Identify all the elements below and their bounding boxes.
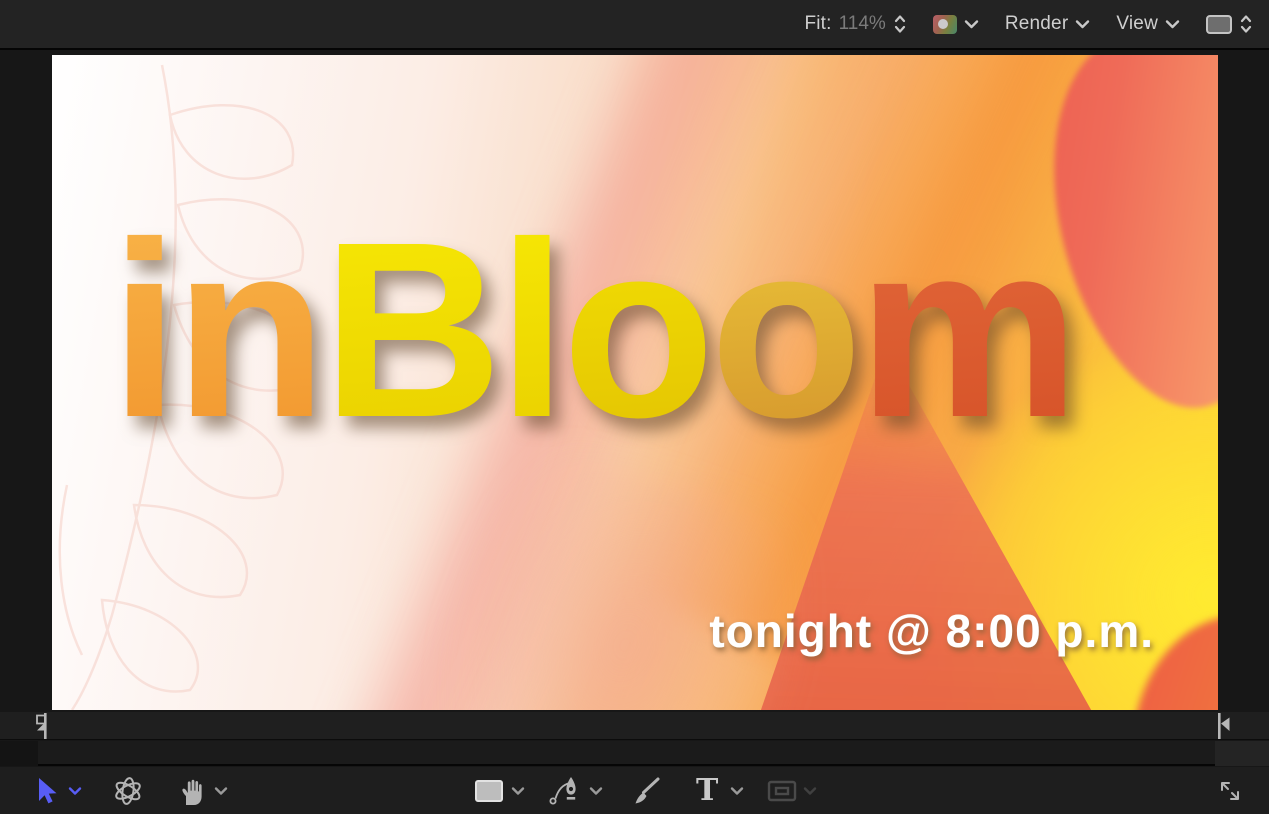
- title-letter: o: [562, 190, 710, 469]
- transform-3d-tool-button[interactable]: [112, 775, 144, 807]
- paint-stroke-tool-button[interactable]: [629, 776, 661, 806]
- orbit-sphere-icon: [112, 775, 144, 807]
- canvas-view-toolbar: Fit: 114% Render: [0, 0, 1269, 50]
- zoom-value[interactable]: 114%: [839, 13, 886, 35]
- title-letter: o: [710, 190, 858, 469]
- hand-icon: [177, 776, 205, 806]
- title-letter: l: [498, 190, 562, 469]
- timeline-scrollbar[interactable]: [0, 741, 1269, 766]
- color-channels-icon: [933, 15, 957, 34]
- zoom-stepper-icon[interactable]: [893, 13, 907, 35]
- zoom-level-control[interactable]: Fit: 114%: [804, 13, 906, 35]
- text-tool-chevron-icon[interactable]: [730, 786, 744, 795]
- display-mode-icon: [1206, 15, 1232, 34]
- title-text[interactable]: inBloom: [110, 205, 1075, 455]
- nested-rectangles-icon: [767, 780, 797, 802]
- expand-view-button[interactable]: [1217, 778, 1243, 804]
- diagonal-resize-arrows-icon: [1217, 778, 1243, 804]
- chevron-down-icon: [964, 19, 979, 29]
- mask-tool-chevron-icon[interactable]: [803, 786, 817, 795]
- title-letter: B: [322, 190, 498, 469]
- title-letter: m: [858, 190, 1075, 469]
- view-menu-button[interactable]: View: [1116, 13, 1180, 35]
- pan-tool-chevron-icon[interactable]: [214, 786, 228, 795]
- project-canvas[interactable]: inBloom tonight @ 8:00 p.m.: [52, 55, 1218, 710]
- paintbrush-icon: [629, 776, 661, 806]
- select-tool-button[interactable]: [32, 776, 58, 806]
- canvas-stage: inBloom tonight @ 8:00 p.m.: [0, 50, 1269, 712]
- title-letter: n: [174, 190, 322, 469]
- mask-tool-button[interactable]: [767, 780, 797, 802]
- pen-nib-icon: [549, 775, 581, 807]
- mini-timeline[interactable]: [0, 712, 1269, 740]
- bezier-tool-chevron-icon[interactable]: [589, 786, 603, 795]
- canvas-tool-bar: T: [0, 767, 1269, 814]
- select-tool-chevron-icon[interactable]: [68, 786, 82, 795]
- view-label: View: [1116, 13, 1158, 35]
- rectangle-tool-chevron-icon[interactable]: [511, 786, 525, 795]
- pan-tool-button[interactable]: [177, 776, 205, 806]
- display-mode-stepper-icon[interactable]: [1239, 13, 1253, 35]
- rectangle-icon: [474, 779, 504, 803]
- bezier-tool-button[interactable]: [549, 775, 581, 807]
- color-channels-menu[interactable]: [933, 15, 979, 34]
- arrow-cursor-icon: [32, 776, 58, 806]
- render-menu-button[interactable]: Render: [1005, 13, 1091, 35]
- title-letter: i: [110, 190, 174, 469]
- text-tool-button[interactable]: T: [696, 776, 718, 806]
- chevron-down-icon: [1075, 19, 1090, 29]
- zoom-label: Fit:: [804, 13, 831, 35]
- display-mode-control[interactable]: [1206, 13, 1253, 35]
- chevron-down-icon: [1165, 19, 1180, 29]
- subtitle-text[interactable]: tonight @ 8:00 p.m.: [709, 604, 1154, 658]
- render-label: Render: [1005, 13, 1069, 35]
- play-range-in-marker[interactable]: [33, 713, 51, 744]
- scrollbar-corner-left: [0, 741, 38, 766]
- rectangle-tool-button[interactable]: [474, 779, 504, 803]
- scrollbar-corner-right: [1215, 741, 1269, 766]
- play-range-out-marker[interactable]: [1215, 713, 1233, 744]
- motion-canvas-window: Fit: 114% Render: [0, 0, 1269, 814]
